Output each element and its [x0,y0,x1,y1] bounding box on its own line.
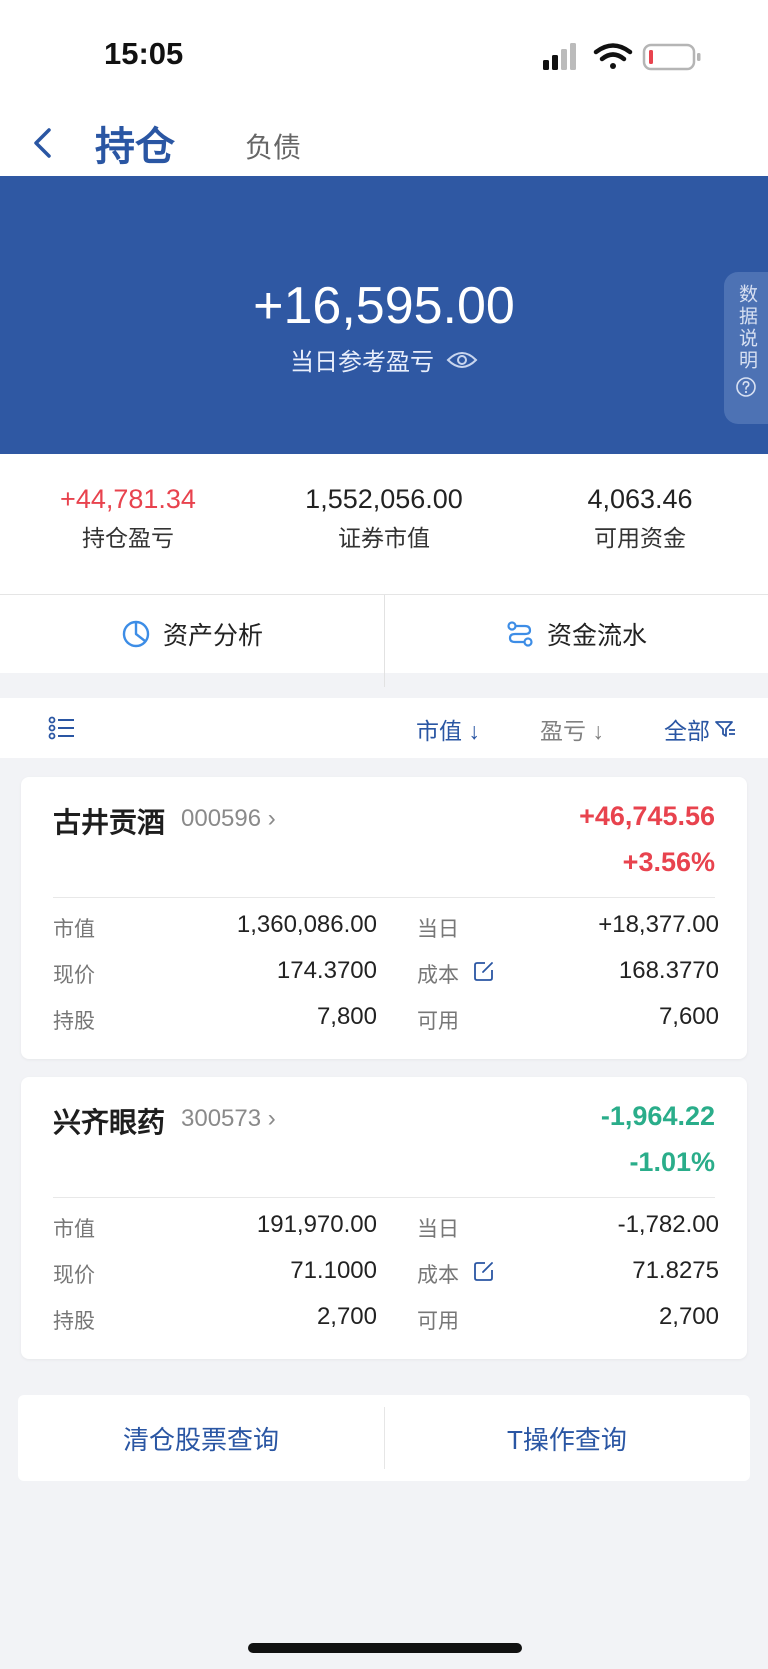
flow-icon [507,621,533,647]
battery-icon [642,43,701,71]
stock-code-link[interactable]: 000596 › [181,805,276,833]
today-pnl-label: 当日 [417,1218,459,1241]
summary-market-value: 1,552,056.00 证券市值 [256,484,512,553]
status-bar: 15:05 [0,0,768,110]
available: 7,600 [658,1003,719,1030]
market-value-value: 1,552,056.00 [305,484,463,514]
tab-liabilities[interactable]: 负债 [245,126,301,166]
home-indicator [248,1643,522,1653]
status-icons [543,43,701,71]
available-label: 可用 [417,1310,459,1333]
summary-holding-pnl: +44,781.34 持仓盈亏 [0,484,256,553]
shares: 2,700 [316,1303,377,1330]
back-icon[interactable] [26,118,66,168]
sort-pnl[interactable]: 盈亏 ↓ [540,712,604,746]
nav-bar: 持仓 负债 [0,110,768,176]
help-icon [736,377,756,397]
eye-icon[interactable] [446,349,478,371]
sort-market-value[interactable]: 市值 ↓ [416,712,480,746]
available-label: 可用 [417,1010,459,1033]
today-pnl-label: 当日 [417,918,459,941]
stock-name: 古井贡酒 [53,807,166,838]
cost: 168.3770 [618,957,719,984]
available-funds-label: 可用资金 [594,525,686,551]
card-divider [53,1197,715,1198]
cost: 71.8275 [632,1257,719,1284]
daily-pnl-label: 当日参考盈亏 [290,349,434,376]
sort-bar: 市值 ↓ 盈亏 ↓ 全部 [0,698,768,758]
data-explanation-label: 数据说明 [736,284,757,372]
daily-pnl-banner: +16,595.00 当日参考盈亏 数据说明 [0,176,768,454]
fund-flow-label: 资金流水 [546,622,647,650]
t-operation-query-button[interactable]: T操作查询 [384,1395,750,1481]
shares-label: 持股 [53,1310,95,1333]
today-pnl: -1,782.00 [617,1211,719,1238]
holding-card[interactable]: 兴齐眼药 300573 › -1,964.22 -1.01% 市值 191,97… [21,1077,747,1359]
holding-pnl-value: +44,781.34 [60,484,196,514]
stock-pnl-amount: -1,964.22 [600,1101,715,1131]
stock-pnl-percent: -1.01% [629,1147,715,1177]
available: 2,700 [658,1303,719,1330]
cleared-stock-query-button[interactable]: 清仓股票查询 [18,1395,384,1481]
holding-card[interactable]: 古井贡酒 000596 › +46,745.56 +3.56% 市值 1,360… [21,777,747,1059]
list-icon[interactable] [48,714,76,742]
filter-icon [715,721,735,737]
stock-code-link[interactable]: 300573 › [181,1105,276,1133]
wifi-icon [593,43,633,69]
asset-analysis-button[interactable]: 资产分析 [0,595,384,673]
filter-all[interactable]: 全部 [664,712,736,746]
price-label: 现价 [53,964,95,987]
market-value-label: 市值 [53,918,95,941]
signal-icon [543,43,576,70]
filter-all-label: 全部 [664,718,710,744]
data-explanation-button[interactable]: 数据说明 [724,272,768,424]
today-pnl: +18,377.00 [598,911,719,938]
card-divider [53,897,715,898]
stock-pnl-percent: +3.56% [622,847,715,877]
edit-cost-icon[interactable] [473,1260,495,1282]
shares-label: 持股 [53,1010,95,1033]
market-value-label: 证券市值 [338,525,430,551]
bottom-query-bar: 清仓股票查询 T操作查询 [18,1395,750,1481]
price-label: 现价 [53,1264,95,1287]
market-value: 1,360,086.00 [236,911,377,938]
holding-pnl-label: 持仓盈亏 [82,525,174,551]
market-value: 191,970.00 [256,1211,377,1238]
fund-flow-button[interactable]: 资金流水 [384,595,768,673]
status-time: 15:05 [104,36,184,71]
cost-label: 成本 [417,964,459,987]
action-bar: 资产分析 资金流水 [0,594,768,687]
daily-pnl-label-row: 当日参考盈亏 [0,342,768,377]
asset-analysis-label: 资产分析 [162,622,263,650]
pie-chart-icon [122,620,150,648]
market-value-label: 市值 [53,1218,95,1241]
price: 174.3700 [276,957,377,984]
price: 71.1000 [290,1257,377,1284]
summary-available-funds: 4,063.46 可用资金 [512,484,768,553]
daily-pnl-amount: +16,595.00 [253,277,515,335]
cost-label: 成本 [417,1264,459,1287]
available-funds-value: 4,063.46 [587,484,693,514]
edit-cost-icon[interactable] [473,960,495,982]
stock-pnl-amount: +46,745.56 [579,801,715,831]
stock-name: 兴齐眼药 [53,1107,166,1138]
tab-holdings[interactable]: 持仓 [95,114,175,172]
shares: 7,800 [316,1003,377,1030]
account-summary: +44,781.34 持仓盈亏 1,552,056.00 证券市值 4,063.… [0,454,768,594]
